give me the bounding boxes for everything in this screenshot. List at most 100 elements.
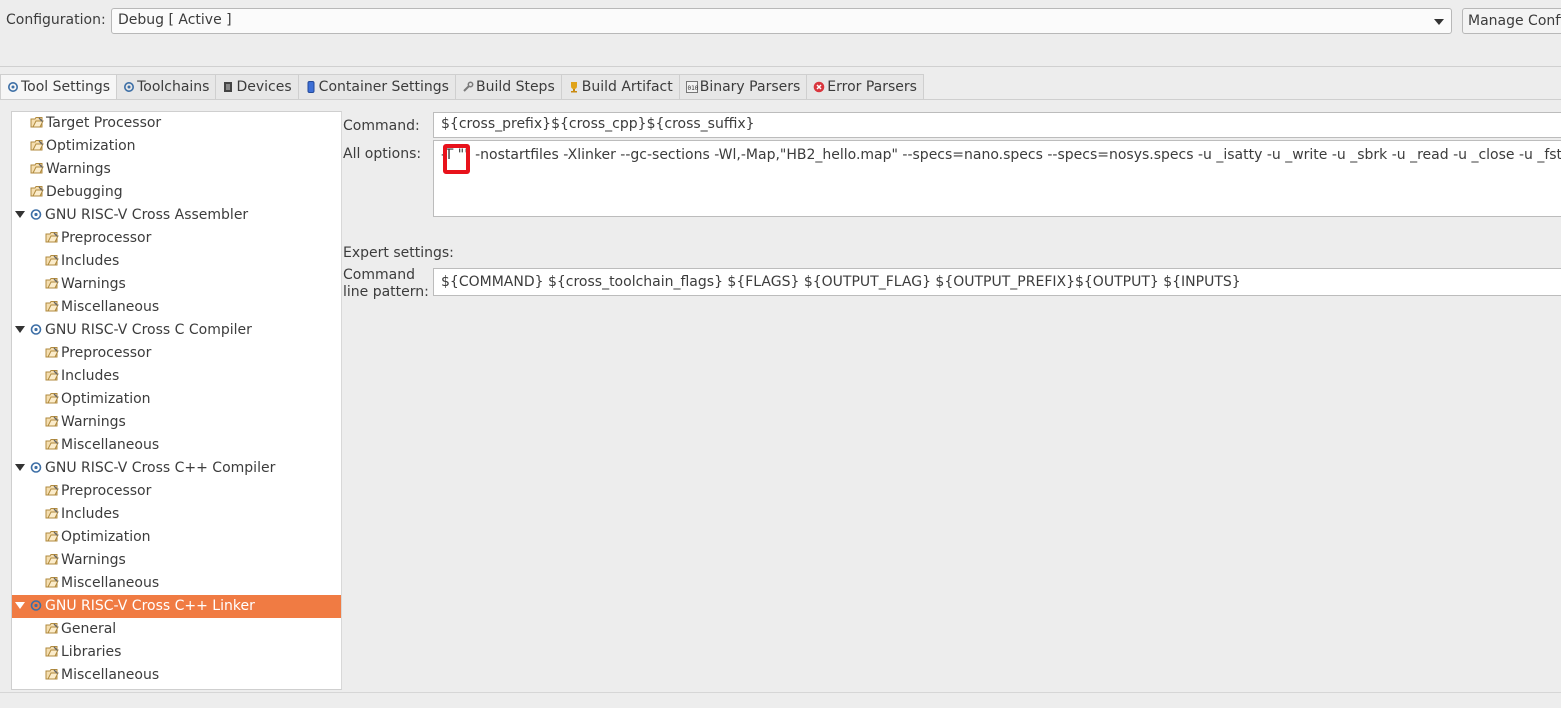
expand-triangle-icon[interactable] (15, 211, 25, 218)
expand-triangle-icon[interactable] (15, 602, 25, 609)
tree-item[interactable]: General (45, 618, 116, 641)
tree-item[interactable]: Optimization (45, 526, 151, 549)
tree-item-label: Warnings (61, 552, 126, 568)
settings-page-icon (45, 551, 59, 565)
tree-item-label: GNU RISC-V Cross Assembler (45, 207, 249, 223)
configuration-select[interactable]: Debug [ Active ] (111, 8, 1452, 34)
tab-binary-parsers[interactable]: 010 Binary Parsers (678, 74, 808, 99)
svg-text:010: 010 (687, 85, 698, 92)
tab-bar: Tool Settings Toolchains Devices Container … (0, 74, 924, 100)
gear-icon (7, 81, 19, 93)
tree-item[interactable]: Debugging (30, 181, 123, 204)
settings-page-icon (45, 367, 59, 381)
tree-item[interactable]: Warnings (45, 411, 126, 434)
settings-page-icon (45, 528, 59, 542)
tab-tool-settings[interactable]: Tool Settings (0, 74, 118, 100)
tree-item[interactable]: Preprocessor (45, 227, 151, 250)
expand-triangle-icon[interactable] (15, 464, 25, 471)
settings-page-icon (45, 574, 59, 588)
tab-label: Build Steps (475, 79, 555, 95)
chip-icon (222, 81, 234, 93)
tree-item-label: Includes (61, 506, 120, 522)
dropdown-arrow-icon (1434, 19, 1444, 25)
command-line-pattern-label: Command line pattern: (343, 267, 429, 301)
command-input[interactable]: ${cross_prefix}${cross_cpp}${cross_suffi… (433, 112, 1561, 138)
tree-item[interactable]: Miscellaneous (45, 572, 159, 595)
settings-page-icon (45, 436, 59, 450)
all-options-textarea[interactable]: -T "" -nostartfiles -Xlinker --gc-sectio… (433, 140, 1561, 217)
tree-item[interactable]: Preprocessor (45, 480, 151, 503)
tree-item[interactable]: Warnings (30, 158, 111, 181)
tree-item-label: General (61, 621, 117, 637)
tree-group[interactable]: GNU RISC-V Cross C++ Linker (12, 595, 341, 618)
tree-item-label: GNU RISC-V Cross C++ Linker (45, 598, 255, 614)
tree-item[interactable]: Warnings (45, 273, 126, 296)
tree-item[interactable]: Includes (45, 503, 119, 526)
tree-item[interactable]: Miscellaneous (45, 434, 159, 457)
tree-item-label: Includes (61, 253, 120, 269)
tree-group[interactable]: GNU RISC-V Cross Assembler (12, 204, 248, 227)
wrench-icon (462, 81, 474, 93)
tree-item-label: Miscellaneous (61, 575, 160, 591)
error-icon (813, 81, 825, 93)
settings-page-icon (45, 643, 59, 657)
settings-page-icon (45, 482, 59, 496)
tree-item-label: GNU RISC-V Cross C++ Compiler (45, 460, 276, 476)
tree-item-label: Preprocessor (61, 483, 152, 499)
tab-container-settings[interactable]: Container Settings (297, 74, 456, 99)
configuration-label: Configuration: (6, 12, 106, 28)
settings-page-icon (45, 298, 59, 312)
tree-item[interactable]: Includes (45, 250, 119, 273)
manage-configurations-button[interactable]: Manage Configurations... (1462, 8, 1561, 34)
tree-item[interactable]: Optimization (30, 135, 136, 158)
separator (0, 66, 1561, 67)
tree-item-label: Debugging (46, 184, 123, 200)
pattern-label-line1: Command (343, 267, 415, 283)
expand-triangle-icon[interactable] (15, 326, 25, 333)
tab-build-steps[interactable]: Build Steps (454, 74, 562, 99)
tool-icon (29, 459, 43, 473)
settings-page-icon (45, 344, 59, 358)
tree-item-label: Miscellaneous (61, 667, 160, 683)
tab-label: Build Artifact (581, 79, 673, 95)
tree-item-label: Optimization (61, 529, 151, 545)
tab-label: Tool Settings (21, 79, 111, 95)
tree-item[interactable]: Target Processor (30, 112, 161, 135)
bottom-separator (0, 692, 1561, 693)
tab-devices[interactable]: Devices (215, 74, 299, 99)
tree-group[interactable]: GNU RISC-V Cross C Compiler (12, 319, 252, 342)
tab-error-parsers[interactable]: Error Parsers (806, 74, 924, 99)
tool-icon (29, 597, 43, 611)
binary-icon: 010 (685, 81, 698, 93)
tree-group[interactable]: GNU RISC-V Cross C++ Compiler (12, 457, 275, 480)
all-options-label: All options: (343, 146, 422, 162)
pattern-label-line2: line pattern: (343, 284, 429, 300)
expert-settings-label: Expert settings: (343, 245, 454, 261)
tree-item[interactable]: Preprocessor (45, 342, 151, 365)
settings-page-icon (45, 390, 59, 404)
tab-label: Error Parsers (827, 79, 917, 95)
settings-tree[interactable]: Target Processor Optimization Warnings Debu… (11, 111, 342, 690)
tree-item-label: Miscellaneous (61, 437, 160, 453)
tab-build-artifact[interactable]: Build Artifact (560, 74, 680, 99)
tree-item-label: Miscellaneous (61, 299, 160, 315)
tree-item[interactable]: Miscellaneous (45, 664, 159, 687)
configuration-value: Debug [ Active ] (118, 12, 232, 28)
tree-item-label: Optimization (61, 391, 151, 407)
container-icon (305, 81, 317, 93)
tree-item-label: GNU RISC-V Cross C Compiler (45, 322, 252, 338)
tree-item[interactable]: Miscellaneous (45, 296, 159, 319)
settings-page-icon (30, 160, 44, 174)
tab-label: Binary Parsers (699, 79, 801, 95)
tree-item-label: Target Processor (46, 115, 162, 131)
tree-item[interactable]: Warnings (45, 549, 126, 572)
command-line-pattern-input[interactable]: ${COMMAND} ${cross_toolchain_flags} ${FL… (433, 268, 1561, 296)
tree-item-label: Warnings (61, 276, 126, 292)
tree-item[interactable]: Libraries (45, 641, 121, 664)
tab-toolchains[interactable]: Toolchains (116, 74, 217, 99)
tree-item[interactable]: Optimization (45, 388, 151, 411)
settings-page-icon (45, 666, 59, 680)
tree-item-label: Optimization (46, 138, 136, 154)
settings-page-icon (45, 275, 59, 289)
tree-item[interactable]: Includes (45, 365, 119, 388)
